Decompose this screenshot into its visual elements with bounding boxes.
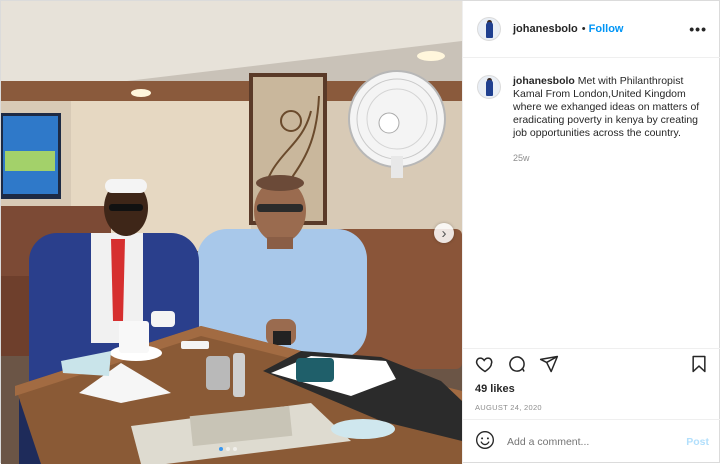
action-icons <box>475 349 709 383</box>
post-date: AUGUST 24, 2020 <box>475 403 542 412</box>
caption-text: johanesbolo Met with Philanthropist Kama… <box>513 75 707 140</box>
carousel-dot <box>226 447 230 451</box>
post-header: johanesbolo • Follow ••• <box>463 1 720 58</box>
heart-icon[interactable] <box>475 354 495 379</box>
header-username[interactable]: johanesbolo <box>513 23 578 35</box>
carousel-dot-active <box>219 447 223 451</box>
carousel-next-arrow-icon[interactable]: › <box>434 223 454 243</box>
post-sidebar: johanesbolo • Follow ••• johanesbolo Met… <box>462 1 720 464</box>
comment-icon[interactable] <box>507 354 527 379</box>
comments-section: johanesbolo Met with Philanthropist Kama… <box>463 59 720 347</box>
add-comment-bar: Post <box>463 419 720 464</box>
avatar-figure-shape <box>486 80 493 96</box>
share-icon[interactable] <box>539 354 559 379</box>
follow-button[interactable]: Follow <box>589 23 624 35</box>
instagram-post: › johanesbolo • Follow ••• johanesbolo M… <box>0 0 720 464</box>
header-separator: • <box>581 23 586 35</box>
comment-input[interactable] <box>507 436 687 448</box>
carousel-dot <box>233 447 237 451</box>
more-options-icon[interactable]: ••• <box>689 21 707 37</box>
caption-timestamp[interactable]: 25w <box>513 153 707 163</box>
photo-illustration <box>1 1 462 464</box>
likes-count[interactable]: 49 likes <box>475 383 709 395</box>
carousel-dots <box>219 447 237 451</box>
bookmark-icon[interactable] <box>689 354 709 379</box>
avatar-figure-shape <box>486 22 493 38</box>
caption: johanesbolo Met with Philanthropist Kama… <box>477 75 707 140</box>
avatar[interactable] <box>477 75 501 99</box>
post-actions: 49 likes AUGUST 24, 2020 <box>463 348 720 412</box>
post-photo[interactable]: › <box>1 1 462 464</box>
post-comment-button[interactable]: Post <box>686 436 709 448</box>
caption-username[interactable]: johanesbolo <box>513 75 575 87</box>
emoji-icon[interactable] <box>475 430 495 455</box>
avatar[interactable] <box>477 17 501 41</box>
